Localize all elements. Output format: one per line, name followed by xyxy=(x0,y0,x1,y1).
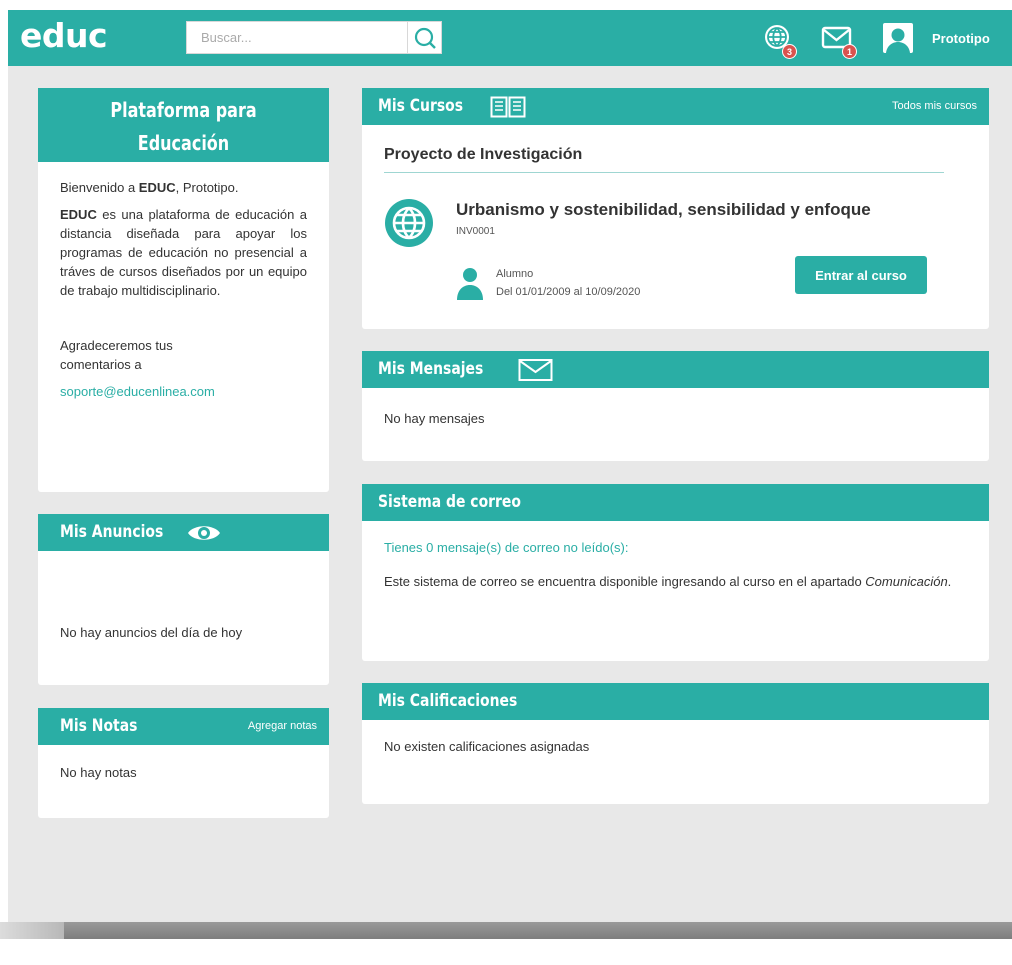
mail-info-text: Este sistema de correo se encuentra disp… xyxy=(384,572,984,591)
courses-header: Mis Cursos Todos mis cursos xyxy=(362,88,989,125)
messages-card: Mis Mensajes No hay mensajes xyxy=(362,351,989,461)
course-group-title: Proyecto de Investigación xyxy=(384,146,583,163)
grades-card: Mis Calificaciones No existen calificaci… xyxy=(362,683,989,804)
search-box xyxy=(186,21,442,54)
messages-title: Mis Mensajes xyxy=(378,359,484,379)
courses-card: Mis Cursos Todos mis cursos Proyecto de … xyxy=(362,88,989,329)
scrollbar-track xyxy=(0,922,64,939)
all-courses-link[interactable]: Todos mis cursos xyxy=(892,88,977,125)
person-icon xyxy=(457,268,483,300)
platform-description: EDUC es una plataforma de educación a di… xyxy=(60,205,307,300)
notifications-button[interactable]: 3 xyxy=(760,21,797,59)
intro-body: Bienvenido a EDUC, Prototipo. EDUC es un… xyxy=(38,162,329,401)
eye-icon xyxy=(188,526,220,540)
top-bar: educ 3 xyxy=(8,10,1012,66)
notes-empty: No hay notas xyxy=(60,765,137,780)
intro-card: Plataforma para Educación a Distancia Bi… xyxy=(38,88,329,492)
book-icon xyxy=(490,96,526,118)
mail-info-main: Este sistema de correo se encuentra disp… xyxy=(384,574,866,589)
intro-title-line2: a Distancia xyxy=(133,164,234,188)
courses-title: Mis Cursos xyxy=(378,96,464,116)
divider xyxy=(384,172,944,173)
envelope-icon xyxy=(518,359,553,381)
search-button[interactable] xyxy=(407,22,441,53)
announcements-header: Mis Anuncios xyxy=(38,514,329,551)
announcements-card: Mis Anuncios No hay anuncios del día de … xyxy=(38,514,329,685)
course-code: INV0001 xyxy=(456,226,495,237)
horizontal-scrollbar[interactable] xyxy=(64,922,1012,939)
logo[interactable]: educ xyxy=(20,16,108,55)
course-dates: Del 01/01/2009 al 10/09/2020 xyxy=(496,286,641,298)
search-input[interactable] xyxy=(187,22,405,53)
grades-header: Mis Calificaciones xyxy=(362,683,989,720)
unread-mail-text: Tienes 0 mensaje(s) de correo no leído(s… xyxy=(384,540,629,555)
announcements-title: Mis Anuncios xyxy=(60,522,164,542)
notifications-badge: 3 xyxy=(782,44,797,59)
user-menu[interactable]: Prototipo xyxy=(882,21,990,55)
grades-title: Mis Calificaciones xyxy=(378,691,518,711)
course-role: Alumno xyxy=(496,268,534,280)
course-title[interactable]: Urbanismo y sostenibilidad, sensibilidad… xyxy=(456,200,871,220)
user-name: Prototipo xyxy=(932,30,990,46)
mail-system-card: Sistema de correo Tienes 0 mensaje(s) de… xyxy=(362,484,989,661)
notes-card: Mis Notas Agregar notas No hay notas xyxy=(38,708,329,818)
avatar-icon xyxy=(883,23,913,53)
mail-badge: 1 xyxy=(842,44,857,59)
notes-header: Mis Notas Agregar notas xyxy=(38,708,329,745)
mail-info-section: Comunicación xyxy=(865,574,948,589)
app-frame: educ 3 xyxy=(8,10,1012,922)
notes-title: Mis Notas xyxy=(60,716,138,736)
announcements-empty: No hay anuncios del día de hoy xyxy=(60,625,243,640)
search-icon xyxy=(414,27,436,49)
messages-empty: No hay mensajes xyxy=(384,411,485,426)
globe-icon xyxy=(385,199,433,247)
add-notes-link[interactable]: Agregar notas xyxy=(248,708,317,745)
mail-button[interactable]: 1 xyxy=(820,21,857,59)
thanks-text: Agradeceremos tus comentarios a xyxy=(60,338,173,372)
grades-empty: No existen calificaciones asignadas xyxy=(384,739,590,754)
desc-text: es una plataforma de educación a distanc… xyxy=(60,207,307,298)
intro-title-line1: Plataforma para Educación xyxy=(110,98,257,155)
enter-course-button[interactable]: Entrar al curso xyxy=(795,256,927,294)
mail-info-end: . xyxy=(947,574,952,589)
mail-system-header: Sistema de correo xyxy=(362,484,989,521)
support-email-link[interactable]: soporte@educenlinea.com xyxy=(60,384,215,399)
mail-system-title: Sistema de correo xyxy=(378,492,521,512)
messages-header: Mis Mensajes xyxy=(362,351,989,388)
desc-brand: EDUC xyxy=(60,207,97,222)
intro-header: Plataforma para Educación a Distancia xyxy=(38,88,329,188)
